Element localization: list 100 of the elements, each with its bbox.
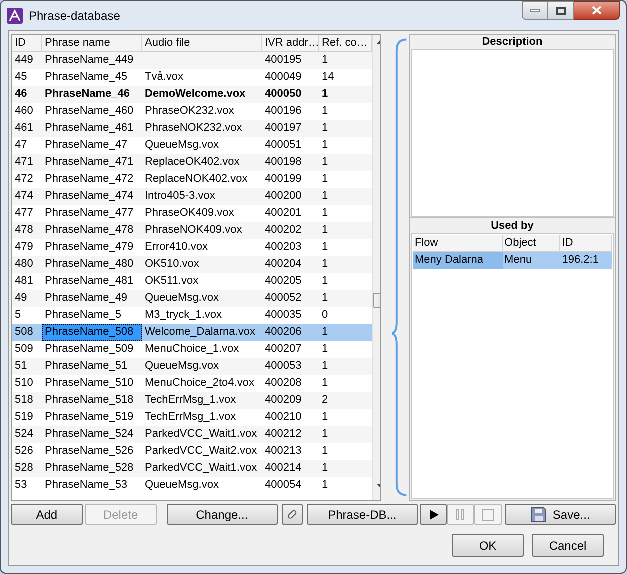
table-cell-text: ParkedVCC_Wait1.vox	[144, 461, 258, 476]
table-cell-text: 1	[321, 359, 330, 374]
table-cell-text: 1	[321, 189, 330, 204]
table-cell-text: DemoWelcome.vox	[144, 87, 247, 102]
table-cell-text: 400198	[264, 155, 303, 170]
table-cell-text: 400200	[264, 189, 303, 204]
maximize-button[interactable]	[548, 1, 574, 20]
table-cell-text: 1	[321, 342, 330, 357]
attach-button[interactable]	[282, 504, 303, 525]
table-cell-text: TechErrMsg_1.vox	[144, 410, 238, 425]
table-row[interactable]: 449 PhraseName_449 400195 1	[12, 52, 372, 69]
table-cell-text: QueueMsg.vox	[144, 291, 220, 306]
table-cell-text: 1	[321, 274, 330, 289]
table-cell-text: 526	[14, 444, 34, 459]
table-cell-text: OK511.vox	[144, 274, 200, 289]
column-header[interactable]: Object	[502, 235, 560, 251]
table-cell-text: 1	[321, 461, 330, 476]
table-cell-text: 528	[14, 461, 34, 476]
app-logo-icon	[7, 8, 23, 24]
table-cell-text: 400207	[264, 342, 303, 357]
table-row[interactable]: 508 PhraseName_508 Welcome_Dalarna.vox 400206 1	[12, 324, 372, 341]
table-row[interactable]: 46 PhraseName_46 DemoWelcome.vox 400050 1	[12, 86, 372, 103]
table-row[interactable]: Meny Dalarna Menu 196.2:1	[413, 252, 612, 269]
close-button[interactable]	[574, 1, 620, 20]
table-cell-text: PhraseName_481	[44, 274, 135, 289]
table-cell-text: TechErrMsg_1.vox	[144, 393, 238, 408]
table-row[interactable]: 524 PhraseName_524 ParkedVCC_Wait1.vox 400212 1	[12, 426, 372, 443]
table-cell-text: 400213	[264, 444, 303, 459]
table-cell-text: 518	[14, 393, 34, 408]
table-cell-text: 1	[321, 206, 330, 221]
table-cell-text: 400214	[264, 461, 303, 476]
stop-icon	[482, 508, 494, 520]
table-cell-text: 400197	[264, 121, 303, 136]
table-row[interactable]: 51 PhraseName_51 QueueMsg.vox 400053 1	[12, 358, 372, 375]
table-cell-text: 400052	[264, 291, 303, 306]
table-row[interactable]: 474 PhraseName_474 Intro405-3.vox 400200 1	[12, 188, 372, 205]
ok-button[interactable]: OK	[452, 534, 524, 557]
add-button[interactable]: Add	[11, 504, 83, 525]
table-cell-text: Error410.vox	[144, 240, 209, 255]
play-button[interactable]	[420, 504, 448, 525]
table-cell-text: 1	[321, 291, 330, 306]
table-cell-text: PhraseName_474	[44, 189, 135, 204]
table-row[interactable]: 461 PhraseName_461 PhraseNOK232.vox 400197 1	[12, 120, 372, 137]
table-cell-text: 400196	[264, 104, 303, 119]
table-row[interactable]: 471 PhraseName_471 ReplaceOK402.vox 400198 1	[12, 154, 372, 171]
table-cell-text: 1	[321, 87, 330, 102]
table-cell-text: PhraseName_509	[44, 342, 135, 357]
table-cell-text: 46	[14, 87, 28, 102]
table-cell-text: 449	[14, 53, 34, 68]
table-cell-text: 1	[321, 478, 330, 493]
table-cell-text: 400035	[264, 308, 303, 323]
column-header[interactable]: Audio file	[142, 35, 262, 51]
table-cell-text: Intro405-3.vox	[144, 189, 216, 204]
table-cell-text: 400206	[264, 325, 303, 340]
description-field[interactable]	[411, 49, 614, 217]
window-title: Phrase-database	[29, 8, 120, 24]
table-cell-text: 2	[321, 393, 330, 408]
table-cell-text: PhraseName_518	[44, 393, 135, 408]
table-cell-text: PhraseName_478	[44, 223, 135, 238]
table-cell-text: PhraseName_472	[44, 172, 135, 187]
table-cell-text: 400201	[264, 206, 303, 221]
table-cell-text: MenuChoice_2to4.vox	[144, 376, 256, 391]
cancel-button[interactable]: Cancel	[532, 534, 604, 557]
table-cell-text: PhraseName_480	[44, 257, 135, 272]
table-cell-text: 479	[14, 240, 34, 255]
table-cell-text: 1	[321, 427, 330, 442]
table-row[interactable]: 478 PhraseName_478 PhraseNOK409.vox 400202 1	[12, 222, 372, 239]
toolbar-button[interactable]: Phrase-DB...	[306, 504, 418, 525]
table-cell: PhraseName_508	[42, 324, 142, 341]
table-row[interactable]: 528 PhraseName_528 ParkedVCC_Wait1.vox 400214 1	[12, 460, 372, 477]
table-cell-text: MenuChoice_1.vox	[144, 342, 240, 357]
column-header[interactable]: Phrase name	[42, 35, 142, 51]
table-cell-text: 461	[14, 121, 34, 136]
save-button[interactable]: Save...	[505, 504, 616, 525]
table-cell-text: Welcome_Dalarna.vox	[144, 325, 256, 340]
table-cell-text: PhraseName_45	[44, 70, 129, 85]
table-row[interactable]: 480 PhraseName_480 OK510.vox 400204 1	[12, 256, 372, 273]
table-row[interactable]: 518 PhraseName_518 TechErrMsg_1.vox 400209 2	[12, 392, 372, 409]
column-header[interactable]: Flow	[413, 235, 503, 251]
section-header: Used by	[410, 217, 615, 233]
table-cell-text: 400050	[264, 87, 303, 102]
table-cell-text: Menu	[504, 253, 534, 268]
table-cell-text: 400210	[264, 410, 303, 425]
table-cell-text: ReplaceNOK402.vox	[144, 172, 249, 187]
toolbar-button[interactable]: Change...	[166, 504, 278, 525]
table-cell-text: 400051	[264, 138, 303, 153]
table-cell-text: ParkedVCC_Wait1.vox	[144, 427, 258, 442]
table-cell-text: 53	[14, 478, 28, 493]
column-header[interactable]: IVR addr…	[262, 35, 319, 51]
table-cell-text: 1	[321, 376, 330, 391]
table-cell-text: 400208	[264, 376, 303, 391]
table-row[interactable]: 49 PhraseName_49 QueueMsg.vox 400052 1	[12, 290, 372, 307]
table-cell-text: 480	[14, 257, 34, 272]
table-cell-text: 478	[14, 223, 34, 238]
table-cell-text: 477	[14, 206, 34, 221]
table-cell-text: QueueMsg.vox	[144, 359, 220, 374]
table-cell-text: 1	[321, 410, 330, 425]
column-header[interactable]: ID	[12, 35, 42, 51]
table-cell-text: 47	[14, 138, 28, 153]
column-header[interactable]: ID	[560, 235, 612, 251]
